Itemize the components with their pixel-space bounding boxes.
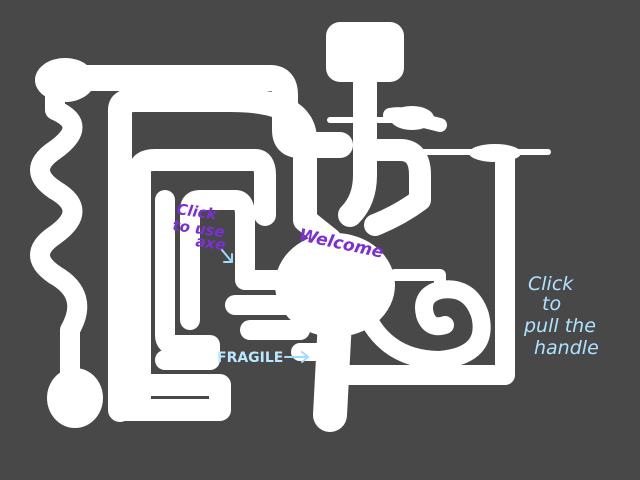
handle-hint-line-3: pull the xyxy=(523,315,596,337)
handle-hint-line-1: Click xyxy=(528,273,574,295)
axe-hotspot[interactable] xyxy=(170,198,238,254)
handle-hint-line-4: handle xyxy=(534,337,599,359)
left-top-chamber xyxy=(35,58,95,102)
left-bottom-chamber xyxy=(47,368,103,428)
handle-hint-line-2: to xyxy=(542,293,561,315)
upper-right-node xyxy=(390,106,434,130)
fragile-label: FRAGILE xyxy=(217,350,283,366)
hub-lower-stem xyxy=(313,303,352,432)
left-zigzag-tunnel xyxy=(30,68,88,385)
handle-hotspot[interactable] xyxy=(468,140,552,166)
fragile-wall-hotspot[interactable] xyxy=(300,343,322,363)
maze-canvas: Click to use axe Welcome FRAGILE Click t… xyxy=(30,22,599,432)
